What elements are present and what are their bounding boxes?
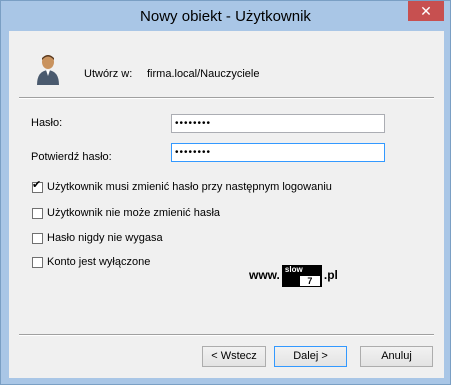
account-disabled-option[interactable]: Konto jest wyłączone (32, 256, 150, 268)
user-icon (37, 55, 59, 85)
account-disabled-checkbox[interactable] (32, 256, 43, 268)
account-disabled-label: Konto jest wyłączone (47, 256, 151, 269)
checkmark-icon: ✔ (32, 178, 42, 191)
password-label: Hasło: (31, 117, 63, 129)
watermark-box-top: slow (284, 265, 303, 274)
cannot-change-password-checkbox[interactable] (32, 207, 43, 219)
watermark-box: slow 7 (281, 265, 322, 287)
next-button[interactable]: Dalej > (274, 346, 347, 367)
header-divider (19, 97, 434, 99)
password-never-expires-checkbox[interactable] (32, 232, 43, 244)
confirm-password-label: Potwierdź hasło: (31, 151, 112, 163)
password-field[interactable]: •••••••• (171, 114, 385, 133)
must-change-password-checkbox[interactable]: ✔ (32, 178, 43, 193)
window-title: Nowy obiekt - Użytkownik (140, 8, 311, 25)
cancel-button[interactable]: Anuluj (360, 346, 433, 367)
watermark-suffix: .pl (323, 268, 338, 283)
header-area: Utwórz w: firma.local/Nauczyciele (9, 31, 444, 97)
create-in-path: firma.local/Nauczyciele (147, 68, 260, 80)
dialog-content: Utwórz w: firma.local/Nauczyciele Hasło:… (9, 31, 444, 378)
watermark-box-number: 7 (299, 276, 320, 286)
create-in-label: Utwórz w: (84, 68, 133, 80)
close-button[interactable]: ✕ (408, 1, 444, 21)
title-bar: Nowy obiekt - Użytkownik ✕ (1, 1, 450, 31)
back-button[interactable]: < Wstecz (202, 346, 266, 367)
password-never-expires-label: Hasło nigdy nie wygasa (47, 232, 163, 245)
password-never-expires-option[interactable]: Hasło nigdy nie wygasa (32, 232, 163, 244)
footer-divider (19, 334, 434, 336)
cannot-change-password-label: Użytkownik nie może zmienić hasła (47, 207, 221, 220)
confirm-password-field[interactable]: •••••••• (171, 143, 385, 162)
must-change-password-label: Użytkownik musi zmienić hasło przy nastę… (47, 181, 332, 194)
cannot-change-password-option[interactable]: Użytkownik nie może zmienić hasła (32, 207, 220, 219)
must-change-password-option[interactable]: ✔ Użytkownik musi zmienić hasło przy nast… (32, 178, 332, 194)
watermark-logo: www. slow 7 .pl (249, 265, 338, 287)
dialog-window: Nowy obiekt - Użytkownik ✕ Utwórz w: fir… (0, 0, 451, 385)
watermark-prefix: www. (249, 268, 280, 283)
